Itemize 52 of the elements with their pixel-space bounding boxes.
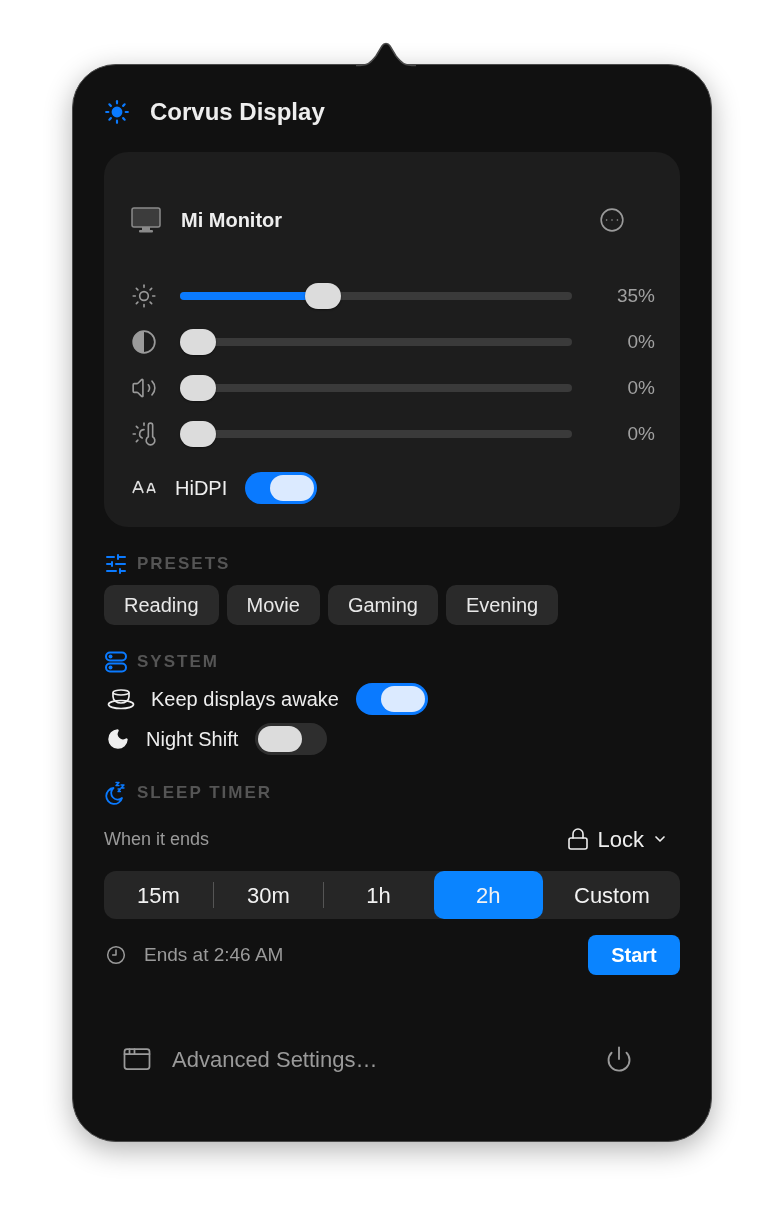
- brightness-icon: [131, 283, 157, 309]
- start-button[interactable]: Start: [588, 935, 680, 975]
- slider-thumb[interactable]: [180, 421, 216, 447]
- toggle-label: Night Shift: [146, 727, 239, 752]
- slider-track[interactable]: [180, 329, 572, 355]
- more-icon: [599, 207, 625, 233]
- duration-segment[interactable]: 30m: [213, 871, 323, 919]
- advanced-settings-link[interactable]: Advanced Settings…: [122, 1042, 378, 1076]
- monitor-icon: [131, 207, 161, 233]
- lock-icon: [565, 827, 590, 851]
- sliders-icon: [104, 552, 128, 576]
- section-heading: SYSTEM: [137, 651, 219, 674]
- duration-segment[interactable]: Custom: [543, 871, 680, 919]
- contrast-icon: [131, 329, 157, 355]
- preset-button[interactable]: Gaming: [327, 585, 438, 625]
- app-title: Corvus Display: [150, 97, 325, 127]
- moon-zzz-icon: [104, 781, 128, 805]
- duration-segment[interactable]: 1h: [323, 871, 433, 919]
- more-button[interactable]: [599, 207, 625, 233]
- toggle-switch[interactable]: [255, 723, 328, 755]
- clock-icon: [106, 945, 126, 965]
- preset-button[interactable]: Reading: [104, 585, 219, 625]
- when-ends-label: When it ends: [104, 827, 210, 851]
- power-button[interactable]: [605, 1045, 633, 1073]
- power-icon: [605, 1045, 633, 1073]
- toggle-switch[interactable]: [245, 472, 318, 504]
- duration-segment[interactable]: 15m: [104, 871, 213, 919]
- slider-track[interactable]: [180, 421, 572, 447]
- slider-thumb[interactable]: [180, 375, 216, 401]
- switches-icon: [104, 650, 128, 674]
- slider-value: 0%: [626, 329, 655, 354]
- toggle-label: Keep displays awake: [151, 687, 339, 712]
- slider-thumb[interactable]: [180, 329, 216, 355]
- cup-saucer-icon: [107, 688, 135, 710]
- section-heading: PRESETS: [137, 553, 231, 576]
- slider-value: 0%: [626, 421, 655, 446]
- preset-button[interactable]: Evening: [445, 585, 559, 625]
- ends-at-text: Ends at 2:46 AM: [144, 942, 284, 967]
- slider-track[interactable]: [180, 283, 572, 309]
- slider-thumb[interactable]: [304, 283, 341, 309]
- display-name: Mi Monitor: [181, 208, 283, 233]
- hidpi-label: HiDPI: [175, 476, 228, 501]
- preset-button[interactable]: Movie: [226, 585, 320, 625]
- slider-value: 0%: [626, 375, 655, 400]
- moon-icon: [106, 727, 130, 751]
- action-dropdown[interactable]: Lock: [565, 822, 668, 856]
- sun-icon: [104, 99, 130, 125]
- slider-value: 35%: [615, 283, 655, 308]
- toggle-switch[interactable]: [355, 683, 428, 715]
- thermometer-sun-icon: [131, 421, 157, 447]
- slider-track[interactable]: [180, 375, 572, 401]
- section-heading: SLEEP TIMER: [137, 782, 273, 805]
